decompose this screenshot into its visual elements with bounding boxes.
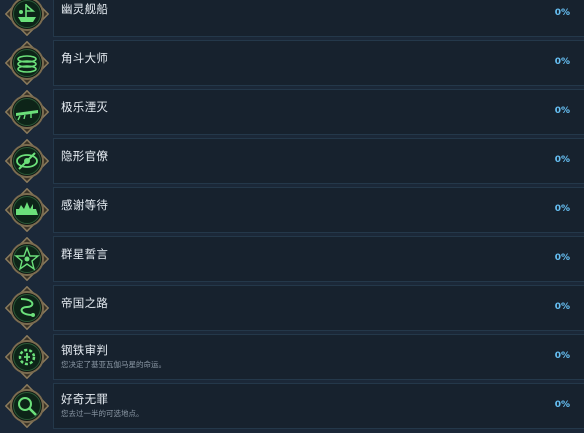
achievement-description: 您决定了基亚瓦伽马星的命运。 [61,360,166,369]
achievement-row[interactable]: 角斗大师 0% [0,40,584,89]
fleet-icon [5,188,49,232]
achievement-title: 极乐湮灭 [61,100,109,114]
achievement-list: 幽灵舰船 0% 角斗大师 0% 极乐湮灭 0% 隐形官僚 0% 感谢等待 0% 群星誓言 0% 帝国之路… [0,0,584,433]
achievement-title: 角斗大师 [61,51,109,65]
achievement-description: 您去过一半的可选地点。 [61,409,144,418]
cannon-icon [5,90,49,134]
achievement-row[interactable]: 群星誓言 0% [0,236,584,285]
achievement-card: 群星誓言 0% [53,236,584,282]
achievement-title: 隐形官僚 [61,149,109,163]
achievement-row[interactable]: 好奇无罪您去过一半的可选地点。 0% [0,383,584,432]
unlock-percentage: 0% [554,253,570,263]
achievement-title: 钢铁审判 [61,343,109,357]
arena-rings-icon [5,41,49,85]
achievement-card: 钢铁审判您决定了基亚瓦伽马星的命运。 0% [53,334,584,380]
achievement-title: 好奇无罪 [61,392,109,406]
achievement-card: 角斗大师 0% [53,40,584,86]
achievement-title: 帝国之路 [61,296,109,310]
achievement-title: 群星誓言 [61,247,109,261]
achievement-row[interactable]: 极乐湮灭 0% [0,89,584,138]
unlock-percentage: 0% [554,302,570,312]
achievement-card: 极乐湮灭 0% [53,89,584,135]
serpent-path-icon [5,286,49,330]
achievement-title: 感谢等待 [61,198,109,212]
magnifier-icon [5,384,49,428]
unlock-percentage: 0% [554,400,570,410]
unlock-percentage: 0% [554,351,570,361]
unlock-percentage: 0% [554,155,570,165]
slashed-eye-icon [5,139,49,183]
achievement-title: 幽灵舰船 [61,2,109,16]
achievement-row[interactable]: 钢铁审判您决定了基亚瓦伽马星的命运。 0% [0,334,584,383]
achievement-card: 幽灵舰船 0% [53,0,584,37]
ghost-ship-icon [5,0,49,36]
unlock-percentage: 0% [554,8,570,18]
unlock-percentage: 0% [554,106,570,116]
star-emblem-icon [5,237,49,281]
achievement-card: 帝国之路 0% [53,285,584,331]
unlock-percentage: 0% [554,204,570,214]
achievement-row[interactable]: 帝国之路 0% [0,285,584,334]
achievement-card: 感谢等待 0% [53,187,584,233]
achievement-row[interactable]: 隐形官僚 0% [0,138,584,187]
achievement-row[interactable]: 感谢等待 0% [0,187,584,236]
unlock-percentage: 0% [554,57,570,67]
achievement-card: 好奇无罪您去过一半的可选地点。 0% [53,383,584,429]
iron-gear-icon [5,335,49,379]
achievement-row[interactable]: 幽灵舰船 0% [0,0,584,40]
achievement-card: 隐形官僚 0% [53,138,584,184]
